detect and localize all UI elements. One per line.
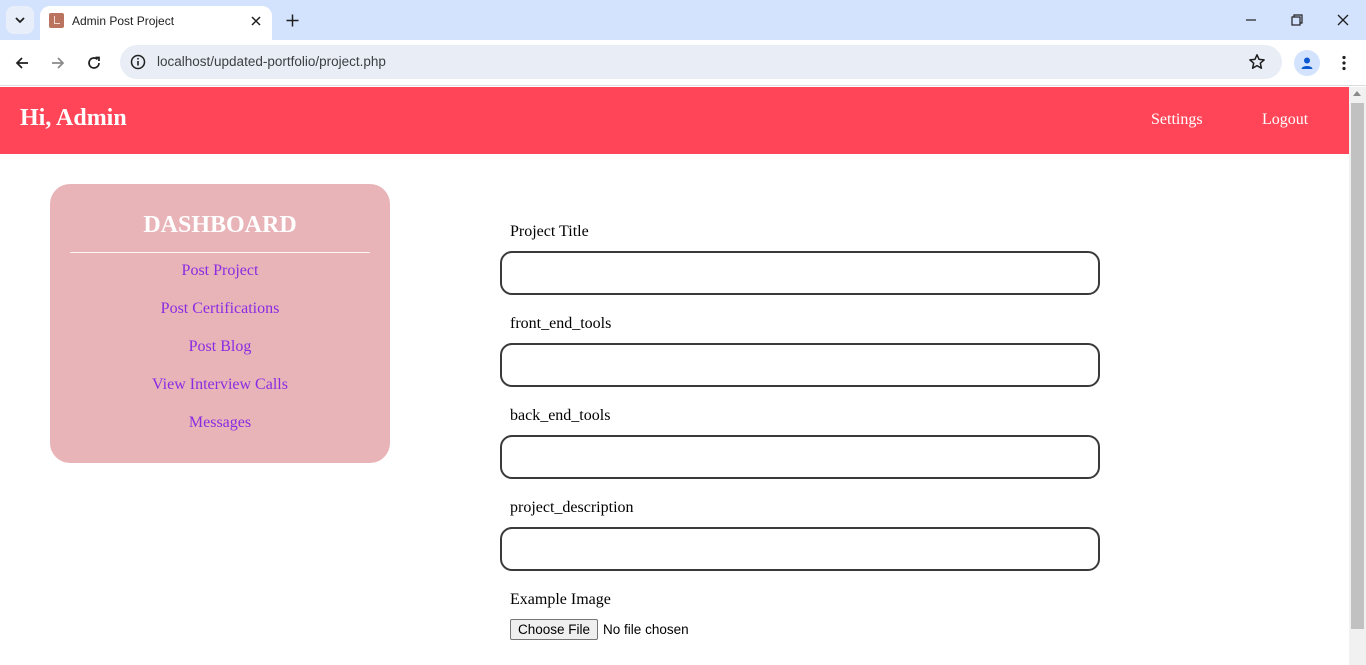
admin-greeting: Hi, Admin [20,105,127,131]
kebab-menu-icon[interactable] [1332,50,1356,76]
address-bar[interactable]: localhost/updated-portfolio/project.php [120,45,1282,79]
front-end-tools-input[interactable] [500,343,1100,387]
bookmark-star-icon[interactable] [1246,51,1268,73]
back-end-tools-input[interactable] [500,435,1100,479]
browser-tab[interactable]: Admin Post Project [40,6,272,40]
sidebar-item-post-project[interactable]: Post Project [50,262,390,280]
dashboard-title: DASHBOARD [143,212,297,238]
window-close-icon[interactable] [1329,6,1357,34]
admin-header: Hi, Admin Settings Logout [0,87,1349,154]
browser-toolbar: localhost/updated-portfolio/project.php [0,40,1366,86]
minimize-icon[interactable] [1237,6,1265,34]
page-viewport: Hi, Admin Settings Logout DASHBOARD Post… [0,87,1349,665]
close-icon[interactable] [246,11,266,31]
page-scrollbar[interactable] [1349,87,1366,665]
file-status-text: No file chosen [603,622,689,637]
plus-icon[interactable] [280,8,304,32]
front-end-tools-label: front_end_tools [510,315,612,332]
project-description-label: project_description [510,499,634,516]
sidebar-item-post-blog[interactable]: Post Blog [50,338,390,356]
restore-icon[interactable] [1283,6,1311,34]
dashboard-sidebar: DASHBOARD Post Project Post Certificatio… [50,184,390,463]
back-end-tools-label: back_end_tools [510,407,611,424]
scroll-up-arrow-icon[interactable] [1353,91,1361,96]
back-arrow-icon[interactable] [8,49,36,77]
site-favicon-icon [49,13,64,28]
site-info-icon[interactable] [128,52,148,72]
settings-link[interactable]: Settings [1151,111,1203,129]
browser-tab-strip: Admin Post Project [0,0,1366,40]
choose-file-button[interactable]: Choose File [510,619,599,640]
tab-title: Admin Post Project [72,14,175,28]
logout-link[interactable]: Logout [1262,111,1308,129]
forward-arrow-icon[interactable] [44,49,72,77]
sidebar-item-post-certifications[interactable]: Post Certifications [50,300,390,318]
tab-search-icon[interactable] [6,6,34,34]
example-image-label: Example Image [510,591,611,608]
scrollbar-thumb[interactable] [1351,103,1364,629]
reload-icon[interactable] [80,49,108,77]
file-upload: Choose File No file chosen [510,619,689,640]
project-description-input[interactable] [500,527,1100,571]
url-text[interactable]: localhost/updated-portfolio/project.php [157,54,386,69]
project-title-input[interactable] [500,251,1100,295]
sidebar-item-messages[interactable]: Messages [50,414,390,432]
dashboard-divider [70,252,370,253]
profile-icon[interactable] [1294,50,1320,76]
project-title-label: Project Title [510,223,589,240]
sidebar-item-view-interview-calls[interactable]: View Interview Calls [50,376,390,394]
